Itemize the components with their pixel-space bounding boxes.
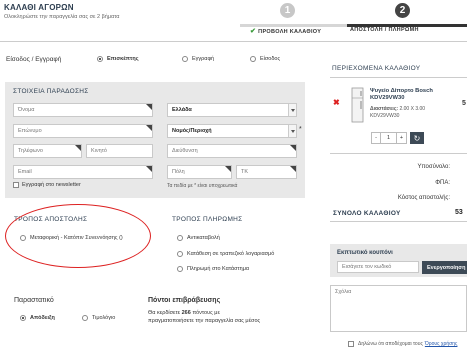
step1-label[interactable]: ✔ ΠΡΟΒΟΛΗ ΚΑΛΑΘΙΟΥ	[250, 27, 321, 35]
cart-heading-divider	[330, 77, 467, 78]
check-icon: ✔	[250, 28, 257, 35]
refresh-icon[interactable]: ↻	[410, 132, 424, 144]
radio-payment-cod[interactable]: Αντικαταβολή	[177, 235, 220, 241]
product-price: 5	[462, 100, 466, 107]
email-field[interactable]: Email	[13, 165, 153, 179]
chevron-down-icon	[288, 125, 296, 137]
terms-checkbox[interactable]	[348, 341, 354, 347]
cart-divider	[330, 153, 467, 154]
terms-row[interactable]: Δηλώνω ότι αποδέχομαι τους Όρους χρήσης	[348, 341, 457, 347]
radio-invoice[interactable]: Τιμολόγιο	[82, 315, 115, 321]
city-field[interactable]: Πόλη	[167, 165, 232, 179]
dimensions-label: Διαστάσεις:	[370, 106, 399, 112]
radio-payment-bank-label: Κατάθεση σε τραπεζικό λογαριασμό	[187, 251, 275, 257]
radio-payment-store[interactable]: Πληρωμή στο Κατάστημα	[177, 266, 249, 272]
points-value: 266	[181, 310, 191, 316]
address-field[interactable]: Διεύθυνση	[167, 144, 297, 158]
points-line2: πραγματοποιήσετε την παραγγελία σας μέσο…	[148, 318, 261, 324]
total-value: 53	[455, 209, 463, 216]
step2-number: 2	[395, 3, 410, 18]
radio-dot	[182, 56, 188, 62]
newsletter-checkbox-row[interactable]: Εγγραφή στο newsletter	[13, 182, 81, 188]
points-line1: Θα κερδίσετε 266 πόντους με	[148, 310, 220, 316]
radio-dot	[177, 266, 183, 272]
chevron-down-icon	[288, 104, 296, 116]
radio-dot	[177, 251, 183, 257]
total-divider	[330, 221, 467, 222]
radio-payment-store-label: Πληρωμή στο Κατάστημα	[187, 266, 250, 272]
terms-link[interactable]: Όρους χρήσης	[425, 341, 458, 347]
payment-heading: ΤΡΟΠΟΣ ΠΛΗΡΩΜΗΣ	[172, 216, 243, 223]
radio-payment-bank[interactable]: Κατάθεση σε τραπεζικό λογαριασμό	[177, 251, 274, 257]
subtotal-label: Υποσύνολο:	[417, 164, 450, 170]
points-line1-post: πόντους με	[190, 310, 220, 316]
radio-payment-cod-label: Αντικαταβολή	[187, 235, 220, 241]
radio-login[interactable]: Είσοδος	[250, 56, 280, 62]
name-field[interactable]: Όνομα	[13, 103, 153, 117]
delivery-panel	[5, 82, 305, 198]
radio-dot	[82, 315, 88, 321]
qty-input[interactable]: 1	[381, 132, 397, 144]
terms-text: Δηλώνω ότι αποδέχομαι τους	[358, 341, 423, 347]
qty-plus-button[interactable]: +	[397, 132, 407, 144]
radio-guest-label: Επισκέπτης	[107, 56, 139, 62]
radio-dot-selected	[20, 315, 26, 321]
comments-textarea[interactable]: Σχόλια	[330, 285, 467, 332]
radio-register-label: Εγγραφή	[192, 56, 215, 62]
highlight-ellipse	[5, 204, 151, 268]
radio-login-label: Είσοδος	[260, 56, 281, 62]
country-value: Ελλάδα	[172, 107, 192, 113]
total-label: ΣΥΝΟΛΟ ΚΑΛΑΘΙΟΥ	[333, 210, 401, 217]
shipping-cost-label: Κόστος αποστολής:	[397, 195, 450, 201]
surname-field[interactable]: Επώνυμο	[13, 124, 153, 138]
newsletter-label: Εγγραφή στο newsletter	[22, 182, 81, 188]
remove-icon[interactable]: ✖	[333, 98, 340, 107]
radio-register[interactable]: Εγγραφή	[182, 56, 214, 62]
required-note: Τα πεδία με * είναι υποχρεωτικά	[167, 183, 238, 189]
radio-dot-selected	[97, 56, 103, 62]
radio-dot	[177, 235, 183, 241]
radio-invoice-label: Τιμολόγιο	[92, 315, 116, 321]
product-image[interactable]	[346, 87, 368, 123]
phone-field[interactable]: Τηλέφωνο	[13, 144, 82, 158]
dimensions-value: 2.00 X 3.00	[399, 106, 426, 112]
points-heading: Πόντοι επιβράβευσης	[148, 297, 221, 304]
cart-heading: ΠΕΡΙΕΧΟΜΕΝΑ ΚΑΛΑΘΙΟΥ	[332, 65, 421, 72]
radio-receipt[interactable]: Απόδειξη	[20, 315, 55, 321]
page-title: ΚΑΛΑΘΙ ΑΓΟΡΩΝ	[4, 3, 74, 12]
radio-receipt-label: Απόδειξη	[30, 315, 55, 321]
newsletter-checkbox[interactable]	[13, 182, 19, 188]
zip-field[interactable]: ΤΚ	[236, 165, 297, 179]
radio-guest[interactable]: Επισκέπτης	[97, 56, 139, 62]
step1-number: 1	[280, 3, 295, 18]
product-name[interactable]: Ψυγείο Δίπορτο Bosch KDV29VW30	[370, 88, 462, 102]
radio-dot	[250, 56, 256, 62]
mobile-field[interactable]: Κινητό	[86, 144, 153, 158]
page-subtitle: Ολοκληρώστε την παραγγελία σας σε 2 βήμα…	[4, 14, 120, 20]
vat-label: ΦΠΑ:	[435, 180, 450, 186]
receipt-heading: Παραστατικό	[14, 297, 54, 304]
header-divider	[0, 41, 467, 42]
region-value: Νομός/Περιοχή	[172, 128, 212, 134]
step1-label-text: ΠΡΟΒΟΛΗ ΚΑΛΑΘΙΟΥ	[258, 29, 322, 35]
coupon-label: Εκπτωτικό κουπόνι	[337, 250, 393, 256]
qty-minus-button[interactable]: -	[371, 132, 381, 144]
coupon-activate-button[interactable]: Ενεργοποίηση	[422, 261, 467, 274]
fridge-icon	[351, 87, 364, 123]
coupon-input[interactable]: Εισάγετε τον κωδικό	[337, 261, 419, 273]
required-star: *	[299, 126, 302, 133]
product-dimensions: Διαστάσεις: 2.00 X 3.00	[370, 106, 425, 112]
login-label: Είσοδος / Εγγραφή	[6, 56, 62, 63]
step2-label: ΑΠΟΣΤΟΛΗ / ΠΛΗΡΩΜΗ	[350, 27, 419, 33]
points-line1-pre: Θα κερδίσετε	[148, 310, 182, 316]
delivery-heading: ΣΤΟΙΧΕΙΑ ΠΑΡΑΔΟΣΗΣ	[13, 88, 89, 95]
product-code: KDV29VW30	[370, 113, 400, 119]
country-select[interactable]: Ελλάδα	[167, 103, 297, 117]
region-select[interactable]: Νομός/Περιοχή	[167, 124, 297, 138]
